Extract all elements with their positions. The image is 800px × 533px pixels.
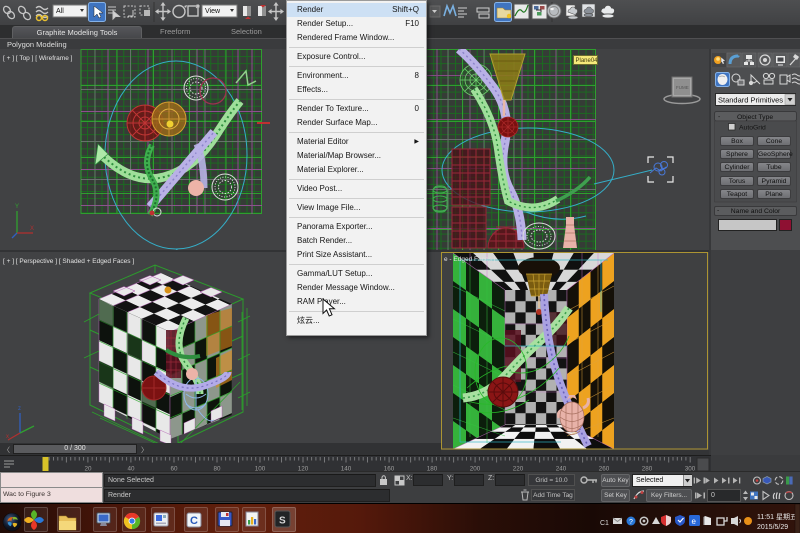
- svg-text:11:51 星期五: 11:51 星期五: [757, 513, 797, 521]
- svg-text:FUME: FUME: [676, 85, 689, 90]
- svg-text:AutoGrid: AutoGrid: [739, 125, 766, 132]
- svg-text:Y: Y: [15, 204, 19, 210]
- svg-text:S: S: [279, 516, 286, 527]
- svg-text:2015/5/29: 2015/5/29: [757, 524, 788, 531]
- svg-text:Standard Primitives: Standard Primitives: [718, 96, 783, 105]
- svg-text:X: X: [30, 226, 34, 232]
- svg-text:View: View: [205, 8, 221, 15]
- svg-text:x: x: [6, 434, 9, 440]
- svg-text:e: e: [692, 517, 697, 526]
- svg-text:Plane04: Plane04: [576, 58, 599, 64]
- svg-text:All: All: [56, 8, 64, 15]
- svg-text:?: ?: [629, 519, 633, 526]
- svg-text:[ + ] [ Perspective ] [ Shaded: [ + ] [ Perspective ] [ Shaded + Edged F…: [3, 258, 134, 265]
- svg-text:C1: C1: [600, 520, 609, 527]
- svg-text:e - Edged Faces ]: e - Edged Faces ]: [444, 256, 495, 263]
- svg-text:[ + ] [ Top ] [ Wireframe ]: [ + ] [ Top ] [ Wireframe ]: [3, 55, 73, 62]
- svg-text:C: C: [190, 515, 198, 527]
- svg-text:Object Type: Object Type: [737, 114, 773, 121]
- svg-text:z: z: [18, 406, 21, 412]
- svg-text:-: -: [718, 114, 720, 121]
